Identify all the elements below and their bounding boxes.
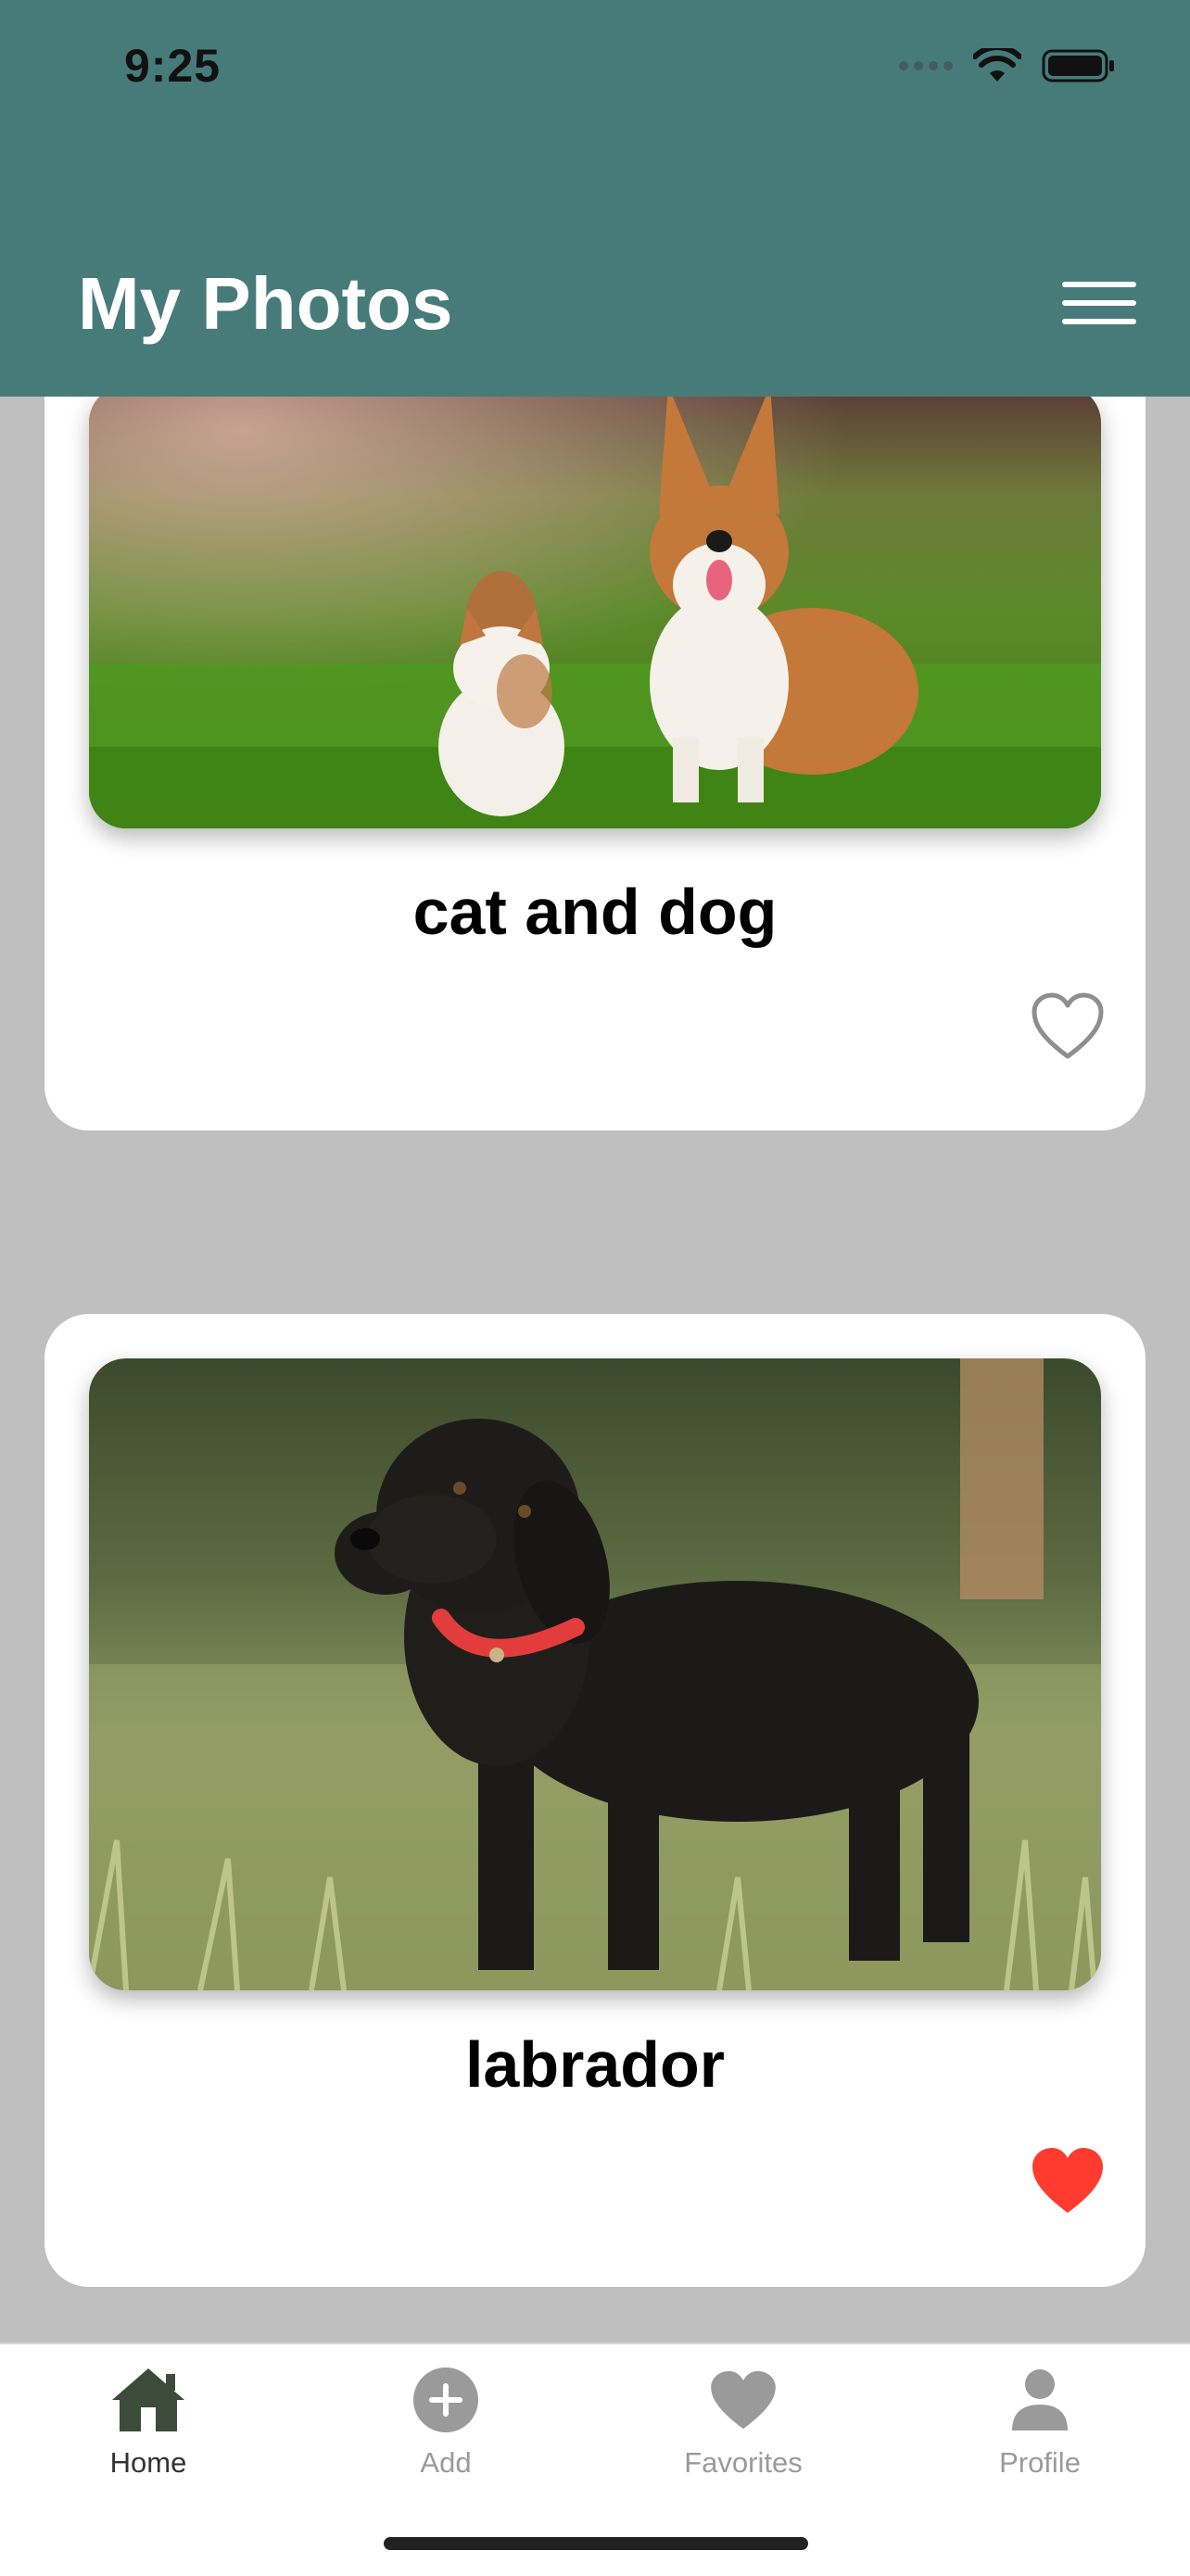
tab-label: Favorites — [684, 2446, 803, 2479]
home-icon — [112, 2368, 184, 2431]
favorite-button[interactable] — [1031, 2146, 1105, 2216]
tab-label: Profile — [999, 2446, 1081, 2479]
photo-cat-and-dog[interactable] — [89, 397, 1101, 828]
photo-card: labrador — [44, 1314, 1146, 2287]
signal-icon — [899, 61, 953, 70]
menu-button[interactable] — [1062, 282, 1136, 324]
wifi-icon — [973, 48, 1021, 82]
status-icons — [899, 48, 1116, 83]
tab-profile[interactable]: Profile — [947, 2363, 1133, 2480]
heart-outline-icon — [1032, 992, 1104, 1059]
tab-add[interactable]: Add — [353, 2363, 538, 2480]
heart-icon — [711, 2370, 776, 2430]
status-time: 9:25 — [124, 40, 222, 92]
plus-circle-icon — [413, 2368, 478, 2432]
hamburger-menu-icon — [1062, 282, 1136, 287]
photo-labrador[interactable] — [89, 1358, 1101, 1990]
heart-filled-icon — [1032, 2148, 1103, 2213]
photo-card: cat and dog — [44, 397, 1146, 1130]
app-header: 9:25 My Photos — [0, 0, 1190, 397]
tab-favorites[interactable]: Favorites — [651, 2363, 836, 2480]
tab-label: Home — [109, 2446, 187, 2479]
person-icon — [1012, 2369, 1068, 2431]
photo-feed[interactable]: cat and dog labrador — [0, 397, 1190, 2342]
favorite-button[interactable] — [1031, 991, 1105, 1062]
photo-title: labrador — [464, 2028, 726, 2101]
home-indicator[interactable] — [384, 2537, 808, 2550]
battery-icon — [1042, 49, 1114, 82]
page-title: My Photos — [78, 262, 453, 345]
tab-home[interactable]: Home — [56, 2363, 241, 2480]
tab-label: Add — [420, 2446, 472, 2479]
photo-title: cat and dog — [412, 876, 778, 948]
